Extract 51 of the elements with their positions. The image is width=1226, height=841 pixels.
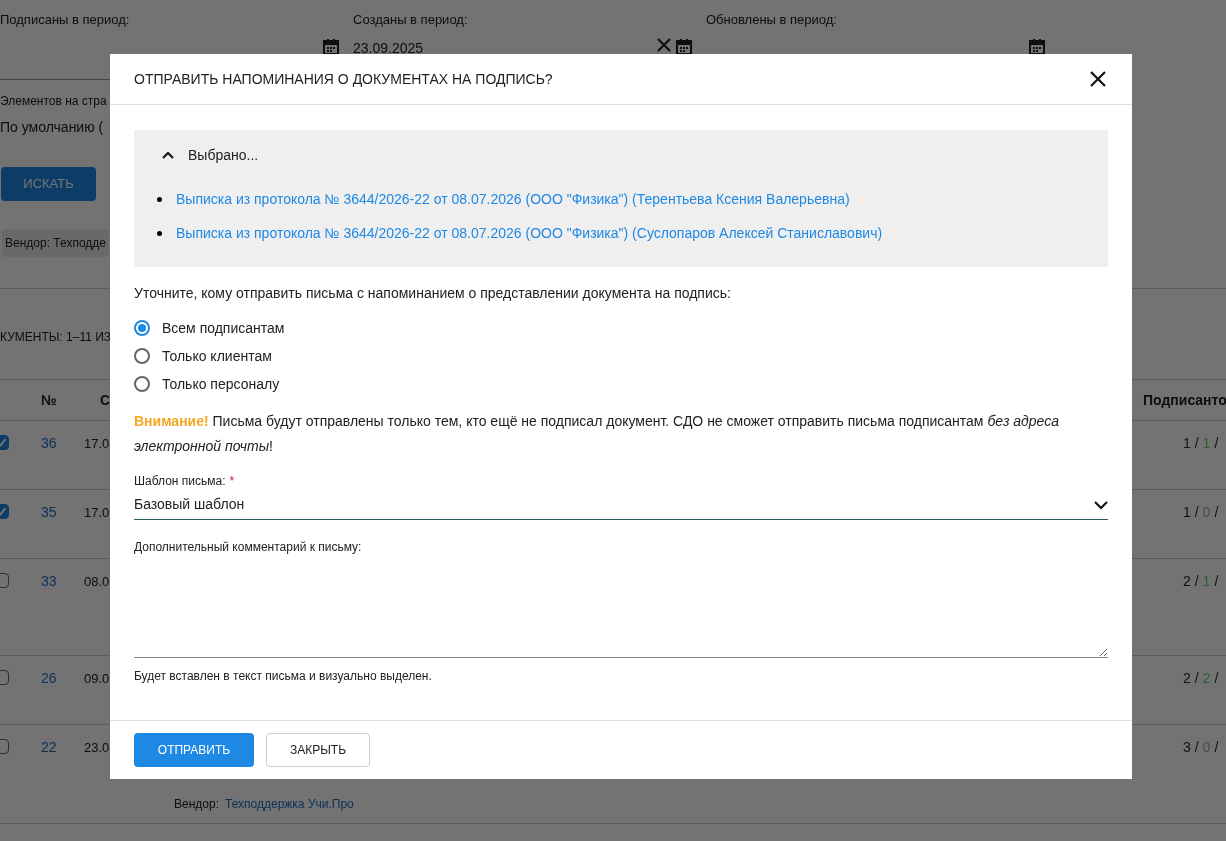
field-label: Элементов на стра bbox=[0, 93, 108, 108]
send-button[interactable]: ОТПРАВИТЬ bbox=[134, 733, 254, 767]
vendor-link[interactable]: Техподдержка Учи.Про bbox=[225, 795, 354, 813]
template-select[interactable]: Базовый шаблон bbox=[134, 490, 1108, 520]
vendor-label: Вендор: bbox=[174, 796, 219, 813]
field-label: Дополнительный комментарий к письму: bbox=[134, 539, 363, 554]
filter-chip[interactable]: Вендор: Техподде bbox=[2, 229, 109, 257]
calendar-icon[interactable] bbox=[322, 38, 340, 56]
column-header: С bbox=[100, 390, 111, 410]
field-label: Обновлены в период: bbox=[706, 11, 838, 29]
question-text: Уточните, кому отправить письма с напоминанием о представлении документа на подпись: bbox=[134, 284, 732, 303]
document-link[interactable]: Выписка из протокола № 3644/2026-22 от 08.07.2026 (ООО "Физика") (Суслопаров Алексей Станиславович) bbox=[176, 223, 883, 244]
bullet-icon bbox=[157, 231, 162, 236]
document-link[interactable]: Выписка из протокола № 3644/2026-22 от 08.07.2026 (ООО "Физика") (Терентьева Ксения Валерьевна) bbox=[176, 189, 850, 210]
radio-option[interactable]: Всем подписантам bbox=[134, 318, 1108, 338]
table-cell-text: 17.0 bbox=[84, 504, 110, 522]
expand-toggle[interactable]: Выбрано... bbox=[162, 143, 1080, 167]
field-label: Шаблон письма: bbox=[134, 473, 226, 490]
column-header: Подписанто bbox=[1143, 390, 1226, 410]
table-cell-text: 08.0 bbox=[84, 573, 110, 591]
chevron-up-icon bbox=[162, 150, 174, 160]
chevron-down-icon[interactable] bbox=[1094, 499, 1108, 510]
table-cell-text: 09.0 bbox=[84, 670, 110, 688]
clear-icon[interactable] bbox=[657, 38, 671, 52]
warning-text: Внимание! Письма будут отправлены только тем, кто ещё не подписал документ. СДО не сможет отправить письма подписантам без адреса электронной почты! bbox=[134, 412, 1061, 456]
radio-option[interactable]: Только персоналу bbox=[134, 374, 1108, 394]
close-button[interactable] bbox=[1088, 69, 1108, 89]
calendar-icon[interactable] bbox=[1028, 38, 1046, 56]
required-mark: * bbox=[229, 473, 235, 490]
field-label: Созданы в период: bbox=[353, 11, 469, 29]
field-hint: Будет вставлен в текст письма и визуально выделен. bbox=[134, 668, 433, 685]
row-number-link[interactable]: 36 bbox=[41, 433, 57, 454]
signers-count: 2 / 2 / bbox=[1183, 669, 1219, 688]
bullet-icon bbox=[157, 197, 162, 202]
column-header: № bbox=[41, 390, 57, 410]
row-number-link[interactable]: 33 bbox=[41, 571, 57, 592]
close-dialog-button[interactable]: ЗАКРЫТЬ bbox=[266, 733, 370, 767]
signers-count: 1 / 1 / bbox=[1183, 434, 1219, 453]
row-number-link[interactable]: 35 bbox=[41, 502, 57, 523]
row-number-link[interactable]: 22 bbox=[41, 737, 57, 758]
field-value: 23.09.2025 bbox=[353, 39, 425, 58]
table-cell-text: 17.0 bbox=[84, 435, 110, 453]
row-number-link[interactable]: 26 bbox=[41, 668, 57, 689]
calendar-icon[interactable] bbox=[675, 38, 693, 56]
radio-option[interactable]: Только клиентам bbox=[134, 346, 1108, 366]
results-count: КУМЕНТЫ: 1–11 ИЗ bbox=[0, 329, 112, 346]
signers-count: 2 / 1 / bbox=[1183, 572, 1219, 591]
field-label: Подписаны в период: bbox=[0, 11, 131, 29]
table-cell-text: 23.0 bbox=[84, 739, 110, 757]
dialog-title: ОТПРАВИТЬ НАПОМИНАНИЯ О ДОКУМЕНТАХ НА ПОДПИСЬ? bbox=[134, 69, 553, 89]
search-button[interactable]: ИСКАТЬ bbox=[1, 167, 96, 201]
